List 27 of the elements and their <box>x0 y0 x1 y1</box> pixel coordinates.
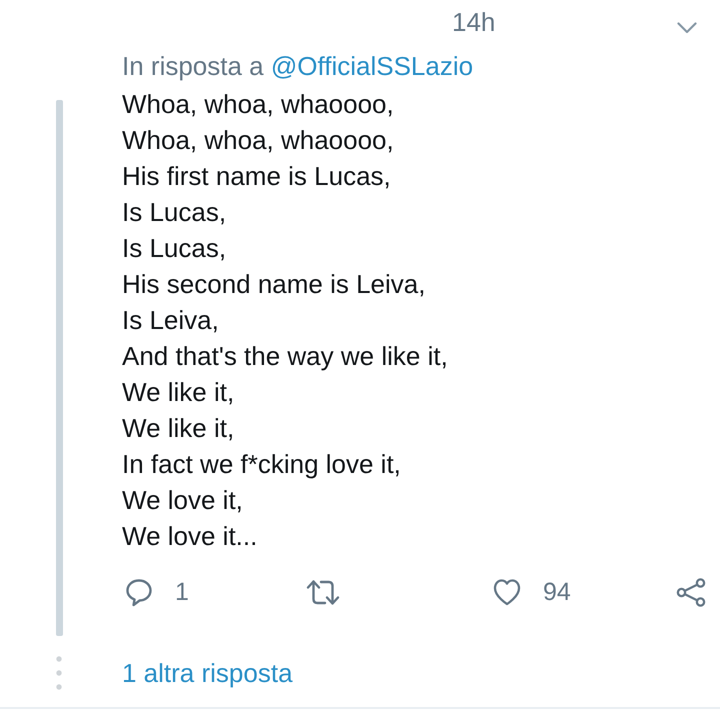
timestamp: 14h <box>452 6 496 39</box>
chevron-down-icon[interactable] <box>677 22 697 34</box>
tweet-text-line: Whoa, whoa, whaoooo, <box>122 88 394 121</box>
reply-context-text: In risposta a @OfficialSSLazio <box>122 50 474 83</box>
tweet-text-line: His first name is Lucas, <box>122 160 391 193</box>
tweet-text-line: We love it... <box>122 520 258 553</box>
more-replies-link[interactable]: 1 altra risposta <box>122 655 293 691</box>
tweet-text-line: His second name is Leiva, <box>122 268 426 301</box>
tweet-text-line: We like it, <box>122 412 234 445</box>
vertical-dots-icon <box>56 656 62 690</box>
share-button[interactable] <box>676 578 706 606</box>
reply-button[interactable]: 1 <box>125 577 189 607</box>
tweet-text-line: Is Leiva, <box>122 304 219 337</box>
heart-icon <box>493 578 521 606</box>
tweet-text-line: We like it, <box>122 376 234 409</box>
tweet-text-line: Is Lucas, <box>122 196 226 229</box>
tweet-text-line: We love it, <box>122 484 243 517</box>
speech-bubble-icon <box>125 578 153 606</box>
like-button[interactable]: 94 <box>493 577 571 607</box>
share-icon <box>676 578 706 606</box>
retweet-arrows-icon <box>306 578 340 606</box>
tweet-text-line: Is Lucas, <box>122 232 226 265</box>
mention-link[interactable]: @OfficialSSLazio <box>270 51 474 81</box>
tweet-text-line: And that's the way we like it, <box>122 340 448 373</box>
tweet-text-line: In fact we f*cking love it, <box>122 448 401 481</box>
tweet-text-line: Whoa, whoa, whaoooo, <box>122 124 394 157</box>
retweet-button[interactable] <box>306 578 340 606</box>
